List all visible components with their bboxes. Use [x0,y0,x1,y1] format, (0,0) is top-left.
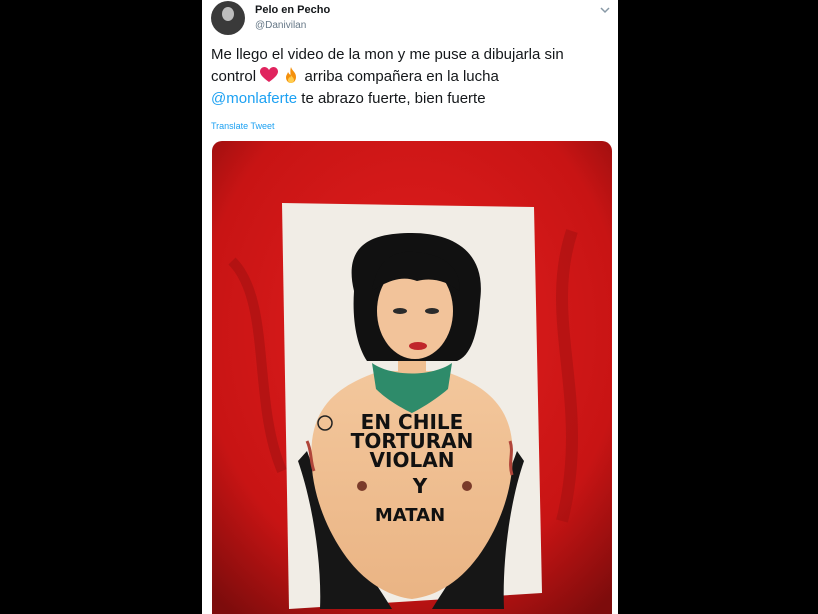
lettering-line-3: VIOLAN [370,448,455,472]
drawing-photo: EN CHILE TORTURAN VIOLAN Y MATAN [212,141,612,614]
lettering-line-4: Y [412,474,428,498]
user-handle[interactable]: @Danivilan [255,20,306,31]
translate-tweet-link[interactable]: Translate Tweet [211,121,275,131]
tweet-text-closing: te abrazo fuerte, bien fuerte [301,90,486,107]
red-heart-icon [260,67,279,82]
tweet-text-line-3: @monlaferte te abrazo fuerte, bien fuert… [211,88,611,110]
avatar[interactable] [211,1,245,35]
tweet-text-line-1: Me llego el video de la mon y me puse a … [211,46,564,63]
tweet-text-arriba: arriba compañera en la lucha [304,68,499,85]
fire-icon [286,67,297,83]
display-name[interactable]: Pelo en Pecho [255,4,330,16]
lettering-line-5: MATAN [375,505,445,526]
tweet-text-line-2: control arriba compañera en la lucha [211,66,611,88]
lips [409,342,427,350]
tweet-media-image[interactable]: EN CHILE TORTURAN VIOLAN Y MATAN [212,141,612,614]
tweet-card: Pelo en Pecho @Danivilan Me llego el vid… [202,0,618,614]
tweet-text: Me llego el video de la mon y me puse a … [211,44,611,110]
mention-link[interactable]: @monlaferte [211,90,297,107]
chevron-down-icon[interactable] [598,3,612,17]
tweet-text-control: control [211,68,257,85]
